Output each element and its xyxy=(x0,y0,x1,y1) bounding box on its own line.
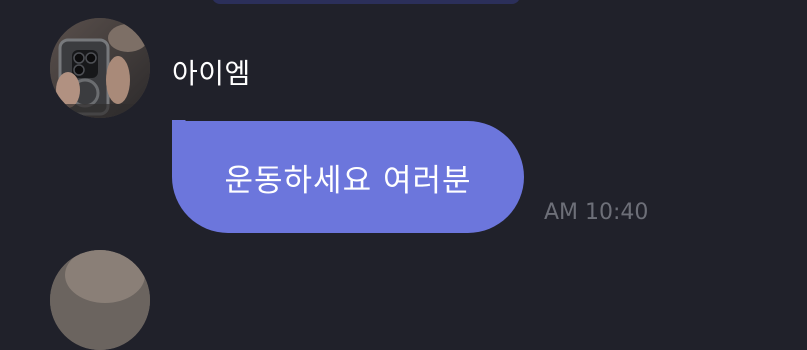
avatar-photo-icon xyxy=(50,18,150,118)
message-timestamp: AM 10:40 xyxy=(544,200,649,225)
next-sender-avatar[interactable] xyxy=(50,250,150,350)
message-text: 운동하세요 여러분 xyxy=(224,162,472,199)
message-bubble[interactable]: 운동하세요 여러분 xyxy=(172,121,524,233)
previous-message-bubble-edge xyxy=(212,0,520,4)
avatar-photo-icon xyxy=(50,250,150,350)
sender-avatar[interactable] xyxy=(50,18,150,118)
sender-name: 아이엠 xyxy=(172,57,251,90)
